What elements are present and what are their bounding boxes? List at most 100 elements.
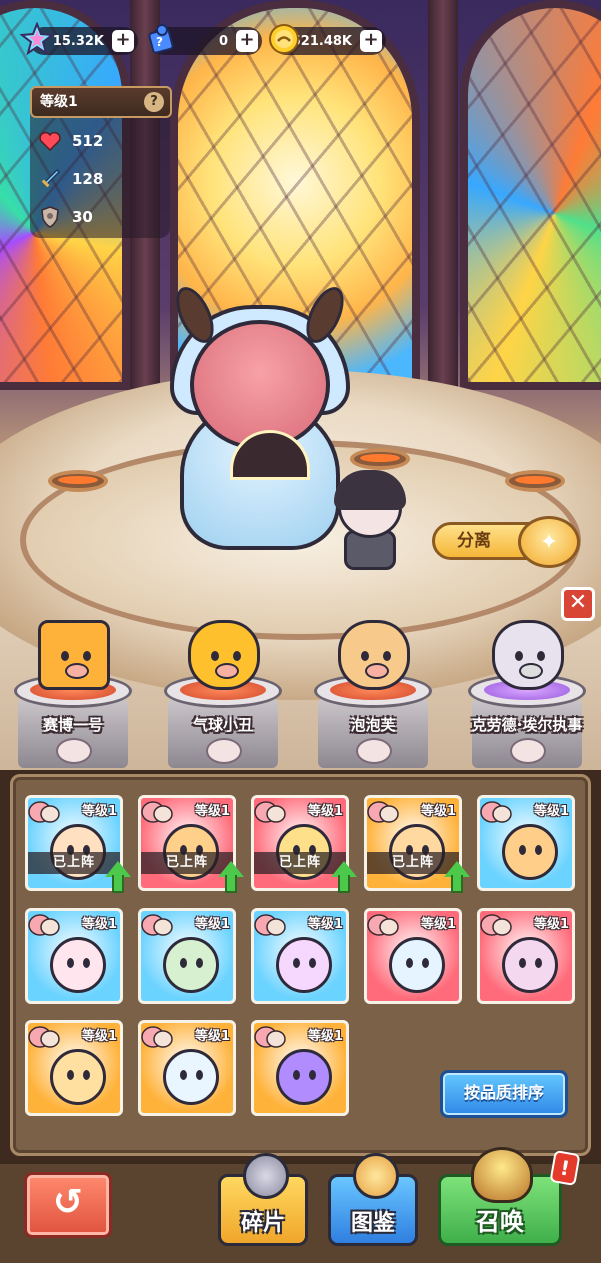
pet-card-level: 等级1 xyxy=(194,804,230,819)
summon-cauldron-icon xyxy=(471,1147,533,1203)
defense-value: 30 xyxy=(72,208,93,226)
fire-bowl xyxy=(505,470,565,492)
fragments-label: 碎片 xyxy=(240,1211,285,1236)
add-fragments-button[interactable]: + xyxy=(236,30,258,52)
summon-label: 召唤 xyxy=(476,1208,524,1236)
owner-avatar-icon xyxy=(367,800,401,826)
pet-card[interactable]: 等级1 xyxy=(138,908,236,1004)
pet-card-level: 等级1 xyxy=(194,1029,230,1044)
pet-portrait-icon xyxy=(502,937,558,993)
pet-nose xyxy=(65,663,89,679)
pet-eye xyxy=(83,651,91,661)
fire-bowl xyxy=(48,470,108,492)
owner-badge-icon xyxy=(356,738,392,764)
fragments-value: 0 xyxy=(218,33,228,49)
owner-avatar-icon xyxy=(480,913,514,939)
pet-portrait-icon xyxy=(389,937,445,993)
summon-button[interactable]: 召唤 xyxy=(438,1147,562,1246)
owner-avatar-icon xyxy=(28,913,62,939)
owner-avatar-icon xyxy=(480,800,514,826)
pet-robot-icon xyxy=(38,620,110,690)
attack-value: 128 xyxy=(72,170,104,188)
hero-level-label: 等级1 xyxy=(40,94,78,110)
pet-cream-puff-icon xyxy=(338,620,410,690)
pet-eye xyxy=(61,651,69,661)
pillar xyxy=(428,0,458,390)
pet-card-level: 等级1 xyxy=(307,917,343,932)
pet-eye xyxy=(383,651,391,661)
pet-card[interactable]: 等级1 xyxy=(251,908,349,1004)
hp-value: 512 xyxy=(72,132,104,150)
codex-label: 图鉴 xyxy=(350,1211,395,1236)
fragments-lock-icon xyxy=(243,1153,289,1199)
owner-avatar-icon xyxy=(141,1025,175,1051)
sort-by-quality-button[interactable]: 按品质排序 xyxy=(440,1070,568,1118)
pet-card-level: 等级1 xyxy=(194,917,230,932)
pet-card[interactable]: 等级1 xyxy=(25,1020,123,1116)
upgrade-arrow-icon[interactable] xyxy=(331,861,357,895)
team-slot-name: 赛博一号 xyxy=(42,716,103,734)
owner-badge-icon xyxy=(206,738,242,764)
owner-avatar-icon xyxy=(254,913,288,939)
sword-icon xyxy=(38,167,62,191)
team-slot-2[interactable]: 气球小丑 xyxy=(158,610,288,770)
sparkle-orb-icon: ✦ xyxy=(518,516,580,568)
team-slot-3[interactable]: 泡泡芙 xyxy=(308,610,438,770)
pet-nose xyxy=(215,663,239,679)
pet-balloon-clown-icon xyxy=(188,620,260,690)
owner-avatar-icon xyxy=(141,913,175,939)
back-arrow-icon: ↺ xyxy=(52,1182,84,1223)
owner-avatar-icon xyxy=(367,913,401,939)
pet-portrait-icon xyxy=(276,937,332,993)
svg-text:?: ? xyxy=(156,35,163,49)
pet-card[interactable]: 等级1 xyxy=(25,908,123,1004)
owner-avatar-icon xyxy=(28,800,62,826)
pet-portrait-icon xyxy=(163,1049,219,1105)
upgrade-arrow-icon[interactable] xyxy=(105,861,131,895)
pet-portrait-icon xyxy=(163,937,219,993)
pet-card-level: 等级1 xyxy=(81,917,117,932)
pet-card[interactable]: 等级1 xyxy=(364,908,462,1004)
gold-coin-icon xyxy=(269,24,299,54)
back-button[interactable]: ↺ xyxy=(24,1172,112,1238)
split-button[interactable]: 分离 ✦ xyxy=(432,516,582,568)
companion-character[interactable] xyxy=(330,470,410,570)
gems-value: 15.32K xyxy=(52,33,104,49)
pet-card-level: 等级1 xyxy=(307,804,343,819)
star-gem-icon xyxy=(20,22,54,56)
pet-portrait-icon xyxy=(50,1049,106,1105)
add-gold-button[interactable]: + xyxy=(360,30,382,52)
pet-card[interactable]: 等级1 xyxy=(138,1020,236,1116)
stat-defense: 30 xyxy=(38,204,93,230)
team-slot-name: 泡泡芙 xyxy=(350,716,396,734)
pet-card[interactable]: 等级1 xyxy=(477,908,575,1004)
pet-eye xyxy=(361,651,369,661)
pet-card-level: 等级1 xyxy=(81,1029,117,1044)
stat-hp: 512 xyxy=(38,128,103,154)
pet-card[interactable]: 等级1 xyxy=(477,795,575,891)
pet-portrait-icon xyxy=(50,937,106,993)
team-slot-1[interactable]: 赛博一号 xyxy=(8,610,138,770)
add-gems-button[interactable]: + xyxy=(112,30,134,52)
pet-card-level: 等级1 xyxy=(420,804,456,819)
pet-eye xyxy=(515,651,523,661)
pet-portrait-icon xyxy=(502,824,558,880)
pet-eye xyxy=(211,651,219,661)
help-icon[interactable]: ? xyxy=(144,92,164,112)
fragments-button[interactable]: 碎片 xyxy=(218,1153,308,1246)
upgrade-arrow-icon[interactable] xyxy=(218,861,244,895)
pet-card-level: 等级1 xyxy=(533,804,569,819)
pet-nose xyxy=(365,663,389,679)
team-slot-name: 克劳德·埃尔执事 xyxy=(471,716,583,734)
pet-card[interactable]: 等级1 xyxy=(251,1020,349,1116)
shield-icon xyxy=(38,205,62,229)
owner-avatar-icon xyxy=(141,800,175,826)
pet-portrait-icon xyxy=(276,1049,332,1105)
team-slot-4[interactable]: 克劳德·埃尔执事 xyxy=(462,610,592,770)
pet-eye xyxy=(233,651,241,661)
owner-badge-icon xyxy=(56,738,92,764)
codex-button[interactable]: 图鉴 xyxy=(328,1153,418,1246)
pet-nose xyxy=(519,663,543,679)
stat-attack: 128 xyxy=(38,166,103,192)
upgrade-arrow-icon[interactable] xyxy=(444,861,470,895)
